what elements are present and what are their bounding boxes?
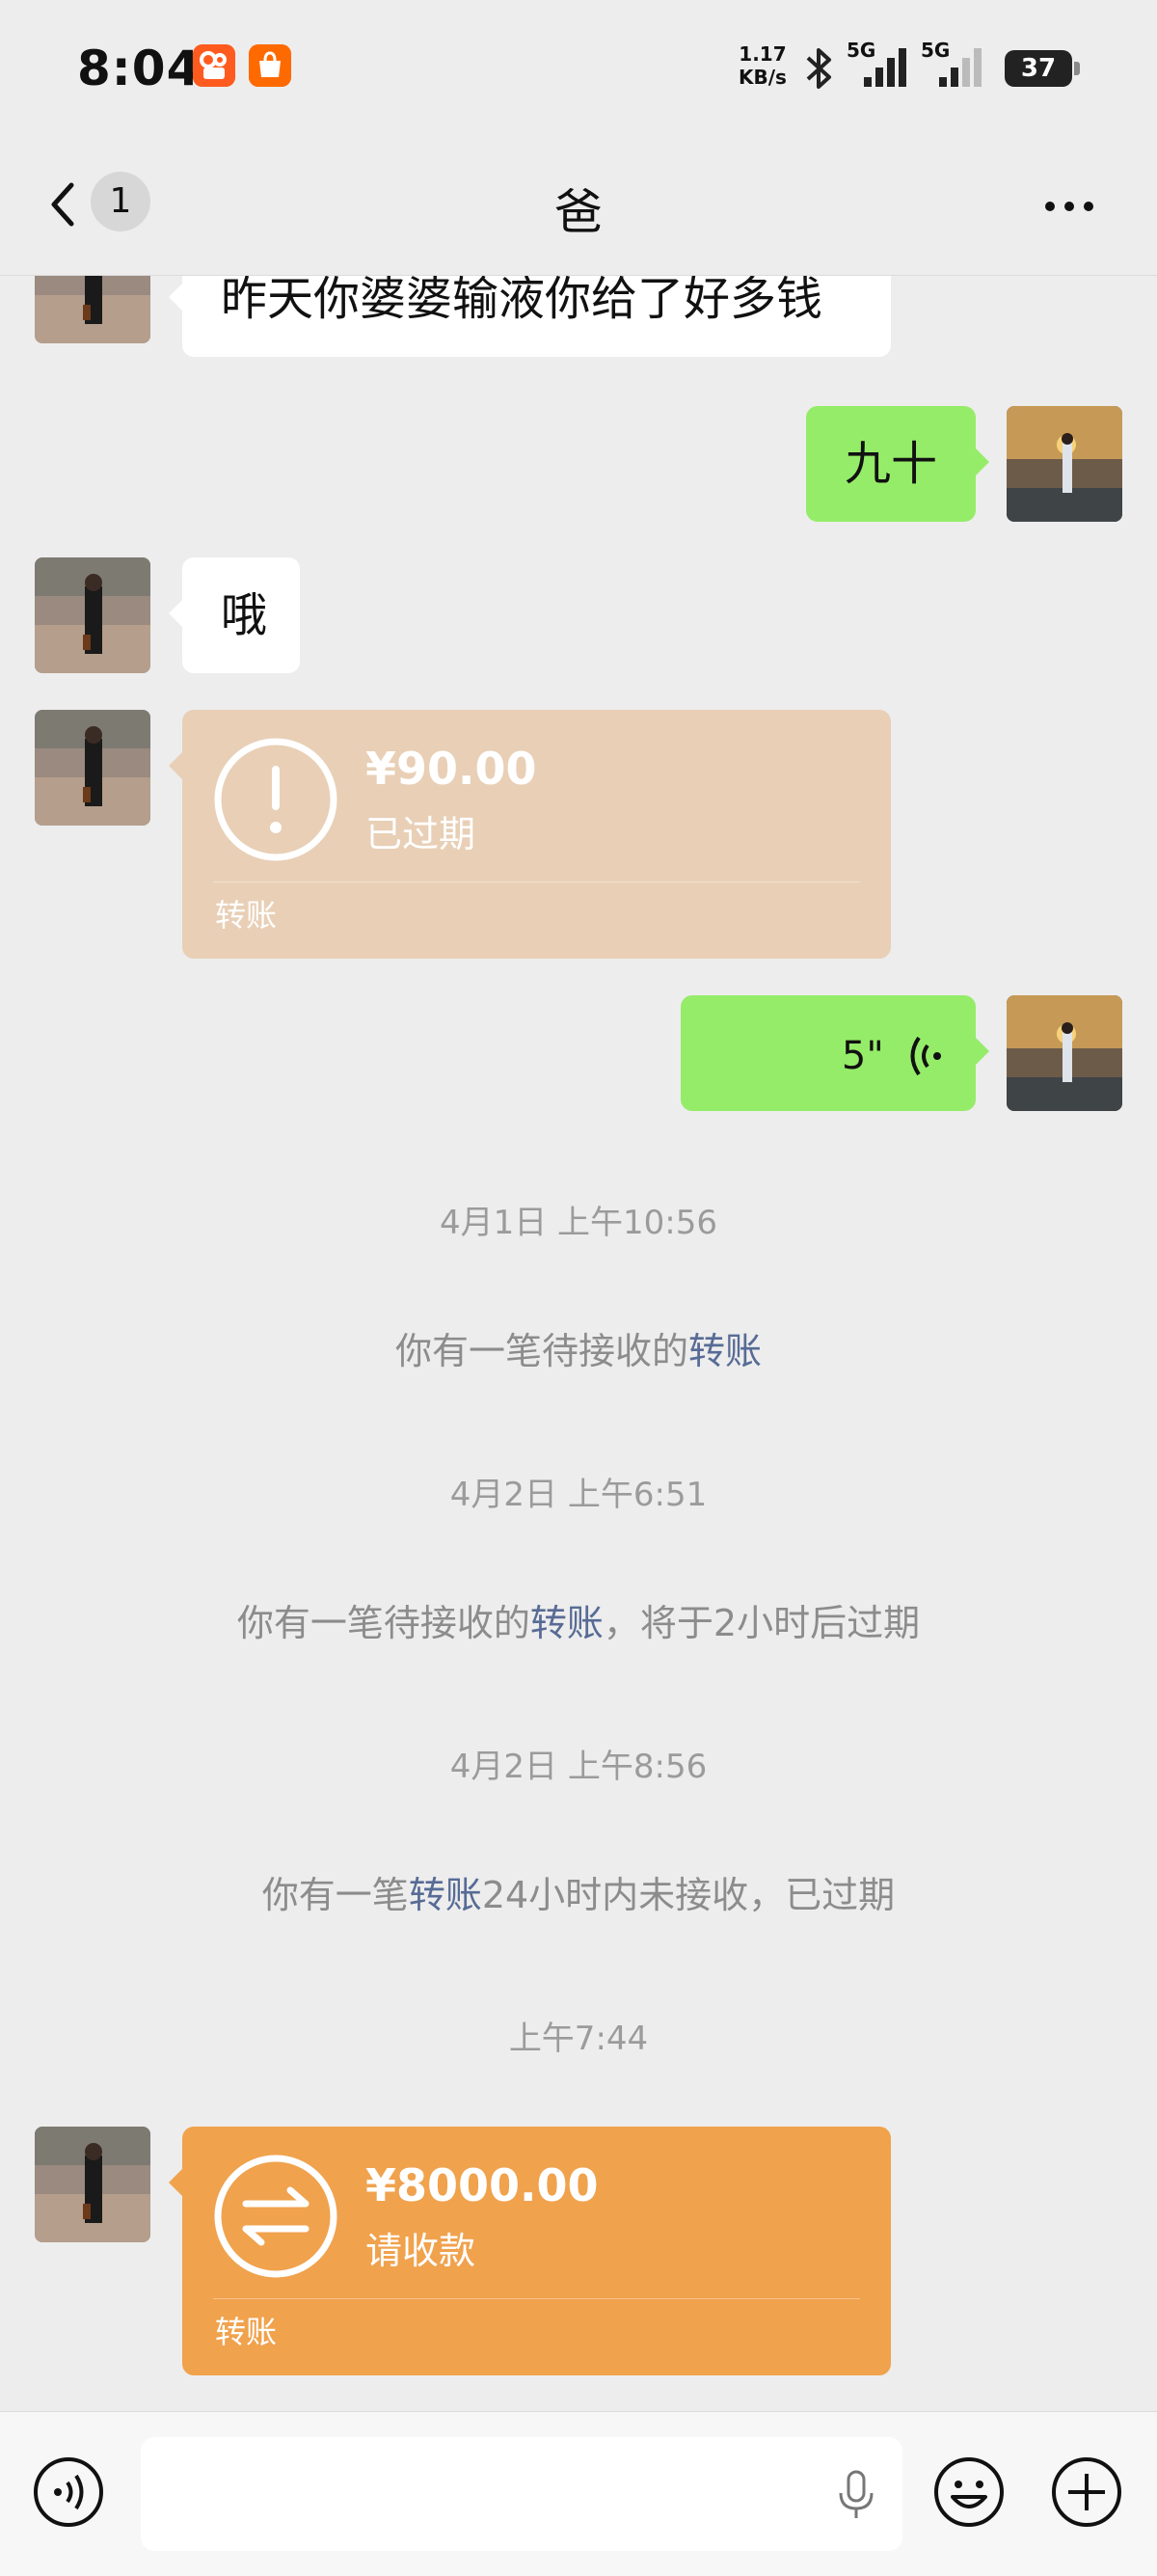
timestamp: 4月2日 上午8:56: [449, 1748, 708, 1786]
signal-icon: [864, 48, 906, 87]
voice-duration: 5": [841, 1034, 884, 1078]
transfer-amount: ¥90.00: [365, 743, 537, 795]
avatar-self[interactable]: [1007, 406, 1122, 522]
net-speed-unit: KB/s: [739, 66, 787, 89]
system-message: 你有一笔转账24小时内未接收，已过期: [0, 1865, 1157, 1918]
battery-indicator: 37: [1005, 50, 1080, 87]
system-text: ，将于2小时后过期: [603, 1602, 921, 1644]
message-bubble-received[interactable]: 哦: [169, 557, 300, 673]
emoji-icon[interactable]: [933, 2456, 1005, 2528]
avatar-father[interactable]: [35, 710, 150, 826]
message-text: 哦: [221, 588, 268, 642]
chat-header: 1 爸: [0, 135, 1157, 276]
avatar-father[interactable]: [35, 2127, 150, 2242]
input-bar: [0, 2411, 1157, 2576]
voice-message-bubble[interactable]: 5": [681, 995, 989, 1111]
transfer-link[interactable]: 转账: [409, 1874, 482, 1916]
message-bubble-received[interactable]: 昨天你婆婆输液你给了好多钱: [169, 276, 891, 357]
avatar-father[interactable]: [35, 276, 150, 343]
status-bar: 8:04 1.17 KB/s 5G 5G 37: [0, 0, 1157, 135]
timestamp: 上午7:44: [508, 2020, 649, 2058]
transfer-label: 转账: [215, 2314, 278, 2350]
transfer-arrows-icon: [214, 2155, 337, 2278]
system-message: 你有一笔待接收的转账，将于2小时后过期: [0, 1593, 1157, 1646]
timestamp: 4月2日 上午6:51: [449, 1476, 708, 1514]
microphone-icon[interactable]: [837, 2470, 875, 2520]
message-list[interactable]: 昨天你婆婆输液你给了好多钱 九十 哦 ¥90.00 已过期 转账 5" 4月1日…: [0, 276, 1157, 2409]
system-text: 24小时内未接收，已过期: [481, 1874, 896, 1916]
net-speed: 1.17 KB/s: [739, 42, 787, 89]
divider: [213, 881, 860, 882]
system-text: 你有一笔待接收的: [394, 1330, 688, 1372]
bluetooth-icon: [806, 48, 831, 89]
voice-mode-icon[interactable]: [33, 2456, 104, 2528]
divider: [213, 2298, 860, 2299]
signal-icon-2: [939, 48, 982, 87]
plus-icon[interactable]: [1051, 2456, 1122, 2528]
transfer-status: 请收款: [365, 2230, 476, 2272]
page-title: 爸: [554, 184, 603, 240]
system-text: 你有一笔: [261, 1874, 409, 1916]
transfer-card-expired[interactable]: ¥90.00 已过期 转账: [169, 710, 891, 959]
message-text: 九十: [845, 437, 938, 491]
transfer-status: 已过期: [365, 813, 476, 855]
taobao-app-icon: [249, 44, 291, 87]
message-text: 昨天你婆婆输液你给了好多钱: [221, 276, 823, 326]
transfer-label: 转账: [215, 897, 278, 934]
status-time: 8:04: [77, 41, 202, 96]
avatar-self[interactable]: [1007, 995, 1122, 1111]
timestamp: 4月1日 上午10:56: [439, 1204, 718, 1242]
transfer-card-pending[interactable]: ¥8000.00 请收款 转账: [169, 2127, 891, 2375]
transfer-link[interactable]: 转账: [530, 1602, 604, 1644]
voice-wave-icon: [910, 1036, 941, 1076]
avatar-father[interactable]: [35, 557, 150, 673]
kuaishou-app-icon: [193, 44, 235, 87]
transfer-amount: ¥8000.00: [365, 2159, 599, 2211]
more-icon[interactable]: [1045, 197, 1103, 212]
message-input[interactable]: [141, 2437, 902, 2551]
system-message: 你有一笔待接收的转账: [0, 1321, 1157, 1374]
alert-icon: [214, 738, 337, 861]
message-bubble-sent[interactable]: 九十: [806, 406, 989, 522]
transfer-link[interactable]: 转账: [688, 1330, 762, 1372]
system-text: 你有一笔待接收的: [236, 1602, 530, 1644]
net-speed-value: 1.17: [739, 42, 787, 66]
